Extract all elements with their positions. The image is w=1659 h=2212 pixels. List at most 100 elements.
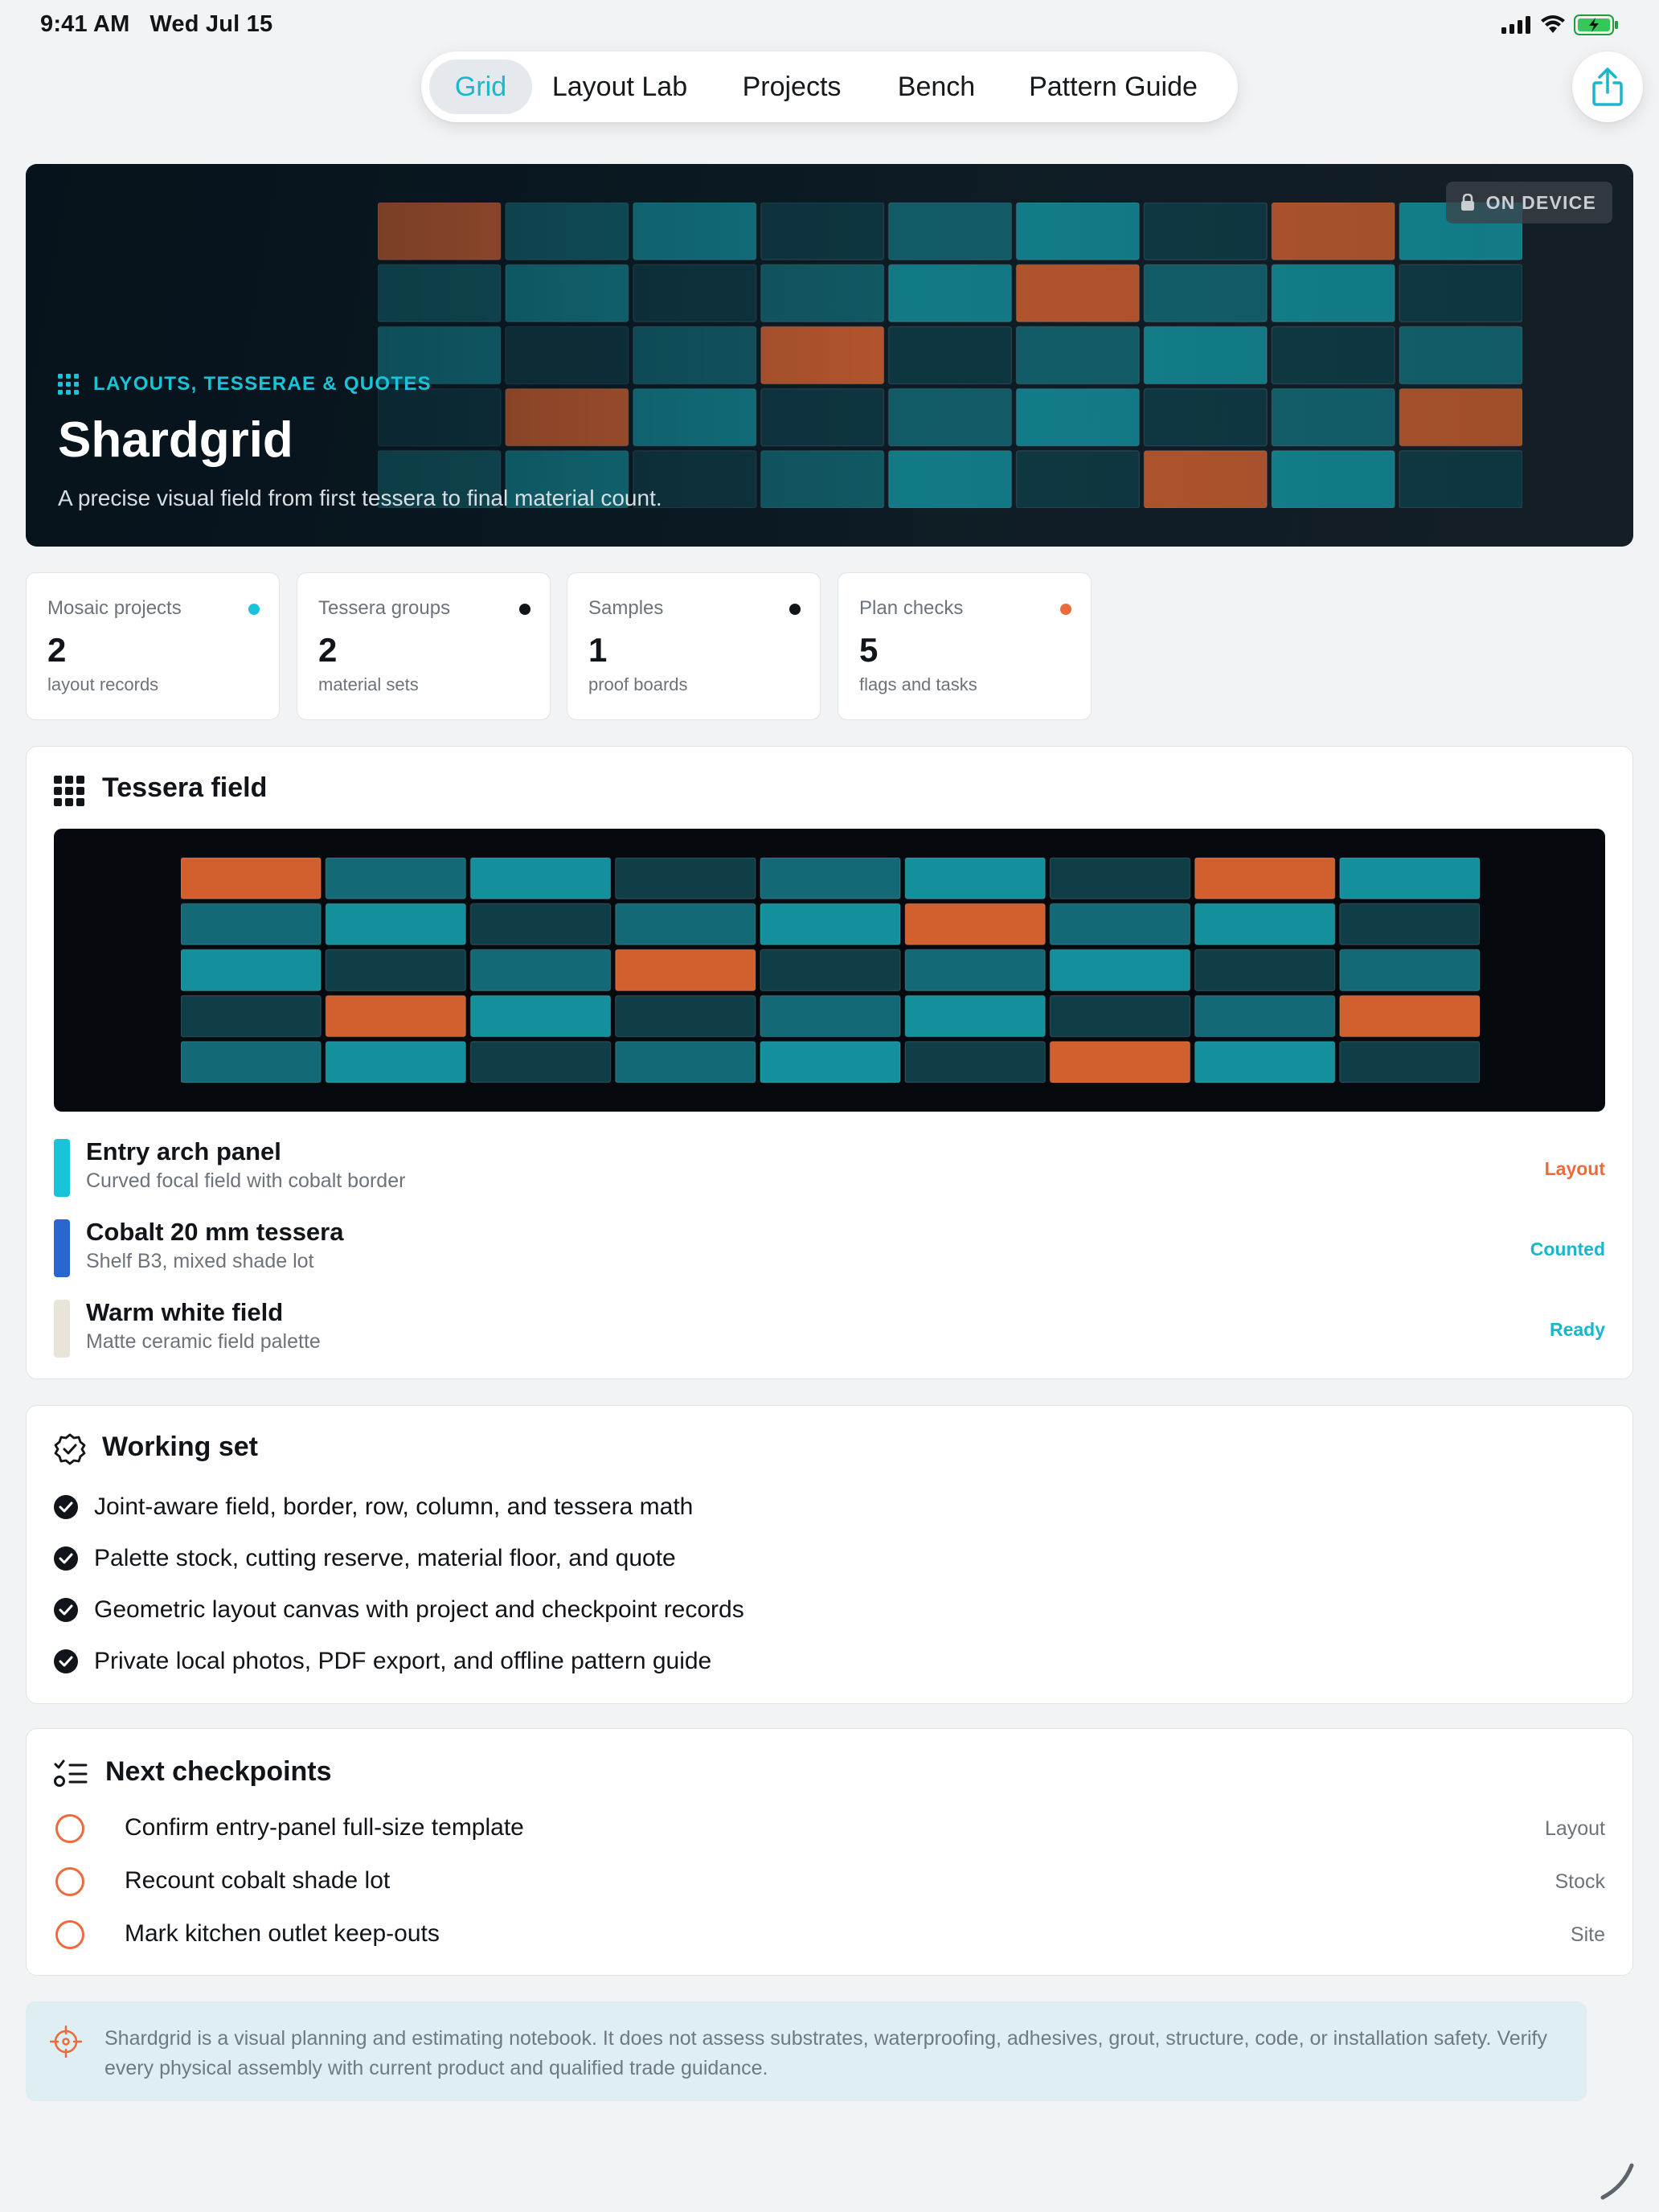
material-row-warm-white[interactable]: Warm white field Matte ceramic field pal…	[54, 1293, 1605, 1358]
category-label: Layout	[1544, 1817, 1605, 1840]
tessera-tile	[1049, 948, 1191, 992]
tessera-tile	[614, 948, 756, 992]
panel-title: Working set	[102, 1432, 258, 1462]
tessera-tile	[1049, 1041, 1191, 1083]
tessera-tile	[760, 1041, 901, 1083]
tessera-tile	[614, 1041, 756, 1083]
tessera-tile	[469, 1041, 612, 1083]
stat-card-plan-checks[interactable]: Plan checks 5 flags and tasks	[838, 572, 1092, 720]
tessera-tile	[904, 948, 1047, 992]
tessera-tile	[181, 1041, 322, 1083]
tessera-tile	[760, 948, 901, 992]
hero-title: Shardgrid	[58, 412, 293, 468]
tab-projects[interactable]: Projects	[707, 59, 876, 114]
tessera-field-panel: Tessera field Entry arch panel Curved fo…	[26, 746, 1633, 1379]
hero-tile	[378, 264, 502, 323]
hero-tile	[760, 326, 885, 385]
tessera-tile	[325, 1041, 467, 1083]
hero-tile	[378, 203, 502, 260]
tessera-tile	[614, 994, 756, 1038]
hero-tile	[760, 387, 885, 447]
hero-tile	[1271, 450, 1395, 508]
verified-badge-icon	[54, 1433, 86, 1465]
tessera-tile	[1049, 994, 1191, 1038]
share-button[interactable]	[1572, 51, 1643, 122]
grid-icon	[58, 374, 79, 395]
tessera-tile	[181, 858, 322, 899]
status-dot	[1060, 604, 1071, 615]
checkmark-circle-icon	[54, 1546, 78, 1571]
panel-title: Next checkpoints	[105, 1756, 332, 1787]
checkpoint-row[interactable]: Recount cobalt shade lot Stock	[54, 1864, 1605, 1901]
tessera-tile-grid	[181, 858, 1480, 1083]
tessera-tile	[325, 994, 467, 1038]
hero-tile	[1271, 264, 1395, 323]
hero-tile	[1015, 264, 1141, 323]
status-badge: Ready	[1549, 1319, 1605, 1340]
tessera-tile	[325, 903, 467, 946]
hero-tile	[633, 203, 757, 260]
hero-tile	[633, 264, 757, 323]
status-badge: Layout	[1544, 1158, 1605, 1179]
list-item: Private local photos, PDF export, and of…	[54, 1644, 711, 1679]
checkmark-circle-icon	[54, 1649, 78, 1673]
status-dot	[248, 604, 260, 615]
tessera-tile	[1194, 903, 1336, 946]
tab-grid[interactable]: Grid	[429, 59, 532, 114]
tessera-tile	[760, 858, 901, 899]
tab-layout-lab[interactable]: Layout Lab	[532, 59, 707, 114]
hero-banner: ON DEVICE LAYOUTS, TESSERAE & QUOTES Sha…	[26, 164, 1633, 547]
hero-tile	[1271, 203, 1395, 260]
hero-tile	[1143, 264, 1268, 323]
tab-bench[interactable]: Bench	[876, 59, 997, 114]
tessera-tile	[325, 948, 467, 992]
tessera-tile	[1194, 858, 1336, 899]
color-swatch	[54, 1139, 70, 1197]
hero-tile	[505, 387, 629, 447]
checkpoint-row[interactable]: Mark kitchen outlet keep-outs Site	[54, 1917, 1605, 1954]
hero-tile	[1399, 387, 1522, 447]
color-swatch	[54, 1300, 70, 1358]
lock-icon	[1460, 194, 1474, 211]
hero-tile	[1399, 326, 1522, 385]
category-label: Stock	[1555, 1870, 1605, 1893]
crosshair-icon	[50, 2026, 82, 2058]
checkbox-circle[interactable]	[55, 1920, 84, 1949]
checkbox-circle[interactable]	[55, 1814, 84, 1843]
category-label: Site	[1570, 1923, 1605, 1946]
list-item: Palette stock, cutting reserve, material…	[54, 1541, 676, 1576]
tessera-tile	[469, 858, 612, 899]
tessera-tile	[181, 948, 322, 992]
checkpoint-row[interactable]: Confirm entry-panel full-size template L…	[54, 1811, 1605, 1848]
hero-tile	[633, 326, 757, 385]
next-checkpoints-panel: Next checkpoints Confirm entry-panel ful…	[26, 1728, 1633, 1976]
tessera-tile	[614, 903, 756, 946]
hero-tile	[760, 450, 885, 508]
hero-tile	[1015, 450, 1141, 508]
hero-tile	[1399, 264, 1522, 323]
tessera-tile	[904, 994, 1047, 1038]
hero-tile	[887, 264, 1013, 323]
list-item: Geometric layout canvas with project and…	[54, 1592, 744, 1628]
hero-tile	[887, 326, 1013, 385]
pencil-stroke-icon[interactable]	[1600, 2154, 1648, 2202]
tessera-tile	[760, 903, 901, 946]
hero-tile	[505, 264, 629, 323]
hero-tile	[1143, 326, 1268, 385]
tessera-tile	[325, 858, 467, 899]
hero-tile	[633, 387, 757, 447]
tab-pattern-guide[interactable]: Pattern Guide	[997, 59, 1230, 114]
tessera-tile	[614, 858, 756, 899]
panel-title: Tessera field	[102, 772, 268, 803]
top-tab-bar: Grid Layout Lab Projects Bench Pattern G…	[421, 51, 1238, 122]
stat-card-tessera-groups[interactable]: Tessera groups 2 material sets	[297, 572, 551, 720]
tessera-field-canvas[interactable]	[54, 829, 1605, 1112]
color-swatch	[54, 1219, 70, 1277]
material-row-entry-arch[interactable]: Entry arch panel Curved focal field with…	[54, 1133, 1605, 1197]
material-row-cobalt[interactable]: Cobalt 20 mm tessera Shelf B3, mixed sha…	[54, 1213, 1605, 1277]
checkbox-circle[interactable]	[55, 1867, 84, 1896]
stat-card-samples[interactable]: Samples 1 proof boards	[567, 572, 821, 720]
hero-tile	[1015, 203, 1141, 260]
stat-card-mosaic-projects[interactable]: Mosaic projects 2 layout records	[26, 572, 280, 720]
tessera-tile	[760, 994, 901, 1038]
